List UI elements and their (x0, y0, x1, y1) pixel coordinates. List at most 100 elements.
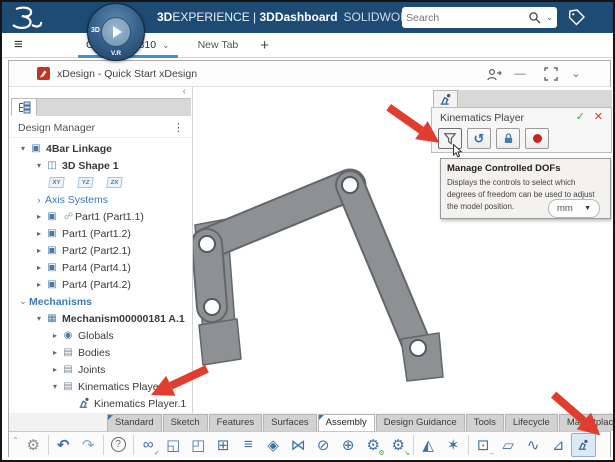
expander-icon[interactable]: ▸ (49, 331, 61, 340)
expander-icon[interactable]: ▸ (33, 229, 45, 238)
expander-icon[interactable]: ▸ (33, 212, 45, 221)
tree-item-part4-part4-1[interactable]: ▸▣Part4 (Part4.1) (9, 259, 192, 276)
expander-icon[interactable]: ▾ (33, 314, 45, 323)
exploded-view-icon[interactable]: ✶ (441, 433, 466, 457)
plane-icon-zx[interactable]: ZX (106, 177, 123, 188)
design-manager-tab[interactable] (11, 98, 37, 116)
kinematics-dof-icon[interactable]: ⊿ (546, 433, 571, 457)
tab-new-tab[interactable]: New Tab (184, 33, 253, 58)
plane-icon-xy[interactable]: XY (48, 177, 65, 188)
linkage-frame-icon[interactable]: ▱ (496, 433, 521, 457)
lock-button[interactable] (496, 128, 520, 149)
tree-item-3d-shape-1[interactable]: ▾◫3D Shape 1 (9, 157, 192, 174)
ribbon-tools: ⚙↶↷?∞✓◱◰⊞≡◈⋈⊘⊕⚙⚙⚙↘◭✶⊡→▱∿⊿ (21, 433, 596, 457)
ribbon-collapse-icon[interactable]: ⌄ (12, 435, 19, 444)
tree-item-part1-part1-1[interactable]: ▸▣☍Part1 (Part1.1) (9, 208, 192, 225)
mirror-components-icon[interactable]: ⋈ (286, 433, 311, 457)
plane-icon-yz[interactable]: YZ (77, 177, 94, 188)
insert-component-icon[interactable]: ◱ (161, 433, 186, 457)
toolbar-separator (48, 435, 49, 455)
confirm-check-icon[interactable]: ✓ (576, 110, 585, 123)
add-tab-button[interactable]: + (252, 37, 277, 54)
tag-icon[interactable] (567, 8, 586, 27)
cube-icon: ▣ (45, 211, 59, 222)
expander-icon[interactable]: ▾ (49, 382, 61, 391)
expander-icon[interactable]: ▾ (17, 144, 29, 153)
component-move-icon[interactable]: ◈ (261, 433, 286, 457)
minimize-button[interactable]: — (510, 65, 530, 83)
expander-icon[interactable]: ⌄ (17, 296, 29, 307)
expander-icon[interactable]: › (33, 195, 45, 205)
mouse-cursor-icon (452, 144, 464, 163)
ribbon-tab-features[interactable]: Features (209, 414, 263, 431)
ribbon-toolbar: ⌄ ⚙↶↷?∞✓◱◰⊞≡◈⋈⊘⊕⚙⚙⚙↘◭✶⊡→▱∿⊿ (9, 431, 610, 457)
tree-item-bodies[interactable]: ▸▤Bodies (9, 344, 192, 361)
3d-viewport[interactable]: Kinematics Player ✓ ✕ ↺ Manage Controlle… (193, 87, 612, 413)
units-dropdown[interactable]: mm ▼ (548, 199, 600, 218)
expander-icon[interactable]: ▸ (33, 280, 45, 289)
design-tree: ▾▣4Bar Linkage▾◫3D Shape 1 XY YZ ZX ›Axis Sy… (9, 140, 192, 413)
help-icon[interactable]: ? (106, 433, 131, 457)
kp-panel-body: Kinematics Player ✓ ✕ ↺ (431, 107, 612, 153)
belt-drive-icon[interactable]: ∿ (521, 433, 546, 457)
share-user-icon[interactable] (486, 68, 502, 82)
reset-button[interactable]: ↺ (467, 128, 491, 149)
mirror-icon[interactable]: ◭ (416, 433, 441, 457)
undo-icon[interactable]: ↶ (51, 433, 76, 457)
panel-menu-icon[interactable]: ⋮ (173, 121, 184, 134)
cancel-x-icon[interactable]: ✕ (594, 110, 603, 123)
ribbon-tab-sketch[interactable]: Sketch (163, 414, 208, 431)
new-component-icon[interactable]: ◰ (186, 433, 211, 457)
settings-icon[interactable]: ⚙ (21, 433, 46, 457)
tree-item-label: Part1 (Part1.2) (62, 228, 131, 240)
expander-icon[interactable]: ▸ (33, 246, 45, 255)
tree-item-axis-systems[interactable]: ›Axis Systems (9, 191, 192, 208)
pattern-icon[interactable]: ⊞ (211, 433, 236, 457)
structure-list-icon[interactable]: ≡ (236, 433, 261, 457)
ribbon-tab-lifecycle[interactable]: Lifecycle (505, 414, 558, 431)
ribbon-tab-tools[interactable]: Tools (466, 414, 504, 431)
ribbon-tab-surfaces[interactable]: Surfaces (263, 414, 317, 431)
panel-collapse-icon[interactable]: ‹ (183, 86, 186, 97)
ribbon-tab-design-guidance[interactable]: Design Guidance (376, 414, 465, 431)
tree-item-mechanisms[interactable]: ⌄Mechanisms (9, 293, 192, 310)
tree-item-part4-part4-2[interactable]: ▸▣Part4 (Part4.2) (9, 276, 192, 293)
expander-icon[interactable]: ▸ (49, 365, 61, 374)
expander-icon[interactable]: ▾ (33, 161, 45, 170)
compass-play-button[interactable] (101, 17, 131, 47)
link-check-icon[interactable]: ∞✓ (136, 433, 161, 457)
kinematics-player-tab[interactable] (433, 90, 458, 107)
expander-icon[interactable]: ▸ (49, 348, 61, 357)
gears-icon[interactable]: ⚙⚙ (361, 433, 386, 457)
brand-3d: 3D (157, 10, 172, 24)
window-collapse-chevron-icon[interactable]: ⌄ (566, 65, 586, 83)
toolbar-separator (103, 435, 104, 455)
fastener-icon[interactable]: ⊕ (336, 433, 361, 457)
gear-motion-icon[interactable]: ⚙↘ (386, 433, 411, 457)
search-icon[interactable] (528, 11, 541, 24)
expander-icon[interactable]: ▸ (33, 263, 45, 272)
fullscreen-icon[interactable] (544, 67, 558, 81)
move-component-icon[interactable]: ⊡→ (471, 433, 496, 457)
ribbon-tab-standard[interactable]: Standard (107, 414, 162, 431)
record-icon (533, 134, 542, 143)
tree-item-4bar-linkage[interactable]: ▾▣4Bar Linkage (9, 140, 192, 157)
3dexperience-compass[interactable]: 3D V.R (87, 3, 145, 61)
redo-icon[interactable]: ↷ (76, 433, 101, 457)
tab-chevron-icon[interactable]: ⌄ (162, 40, 170, 50)
tree-item-part1-part1-2[interactable]: ▸▣Part1 (Part1.2) (9, 225, 192, 242)
tree-item-globals[interactable]: ▸◉Globals (9, 327, 192, 344)
3ds-logo-icon[interactable] (10, 5, 44, 31)
tree-item-planes[interactable]: XY YZ ZX (9, 174, 192, 191)
ribbon-tab-assembly[interactable]: Assembly (318, 414, 375, 431)
search-box: ⌄ (402, 7, 557, 28)
tree-item-part2-part2-1[interactable]: ▸▣Part2 (Part2.1) (9, 242, 192, 259)
tree-item-label: Part2 (Part2.1) (62, 245, 131, 257)
record-button[interactable] (525, 128, 549, 149)
tree-item-mechanism00000181-a-1[interactable]: ▾▦Mechanism00000181 A.1 (9, 310, 192, 327)
attach-icon[interactable]: ⊘ (311, 433, 336, 457)
toolbar-separator (133, 435, 134, 455)
hamburger-menu-icon[interactable]: ≡ (14, 36, 23, 53)
search-options-chevron-icon[interactable]: ⌄ (546, 13, 553, 22)
search-input[interactable] (406, 12, 528, 24)
